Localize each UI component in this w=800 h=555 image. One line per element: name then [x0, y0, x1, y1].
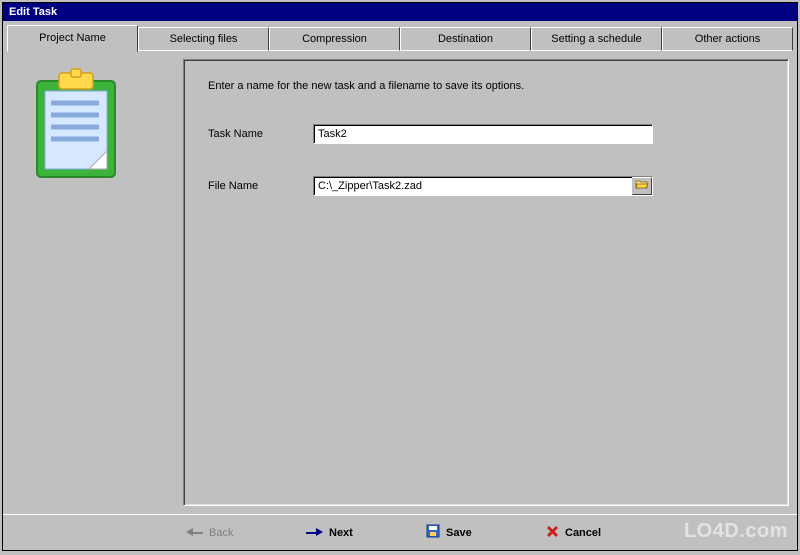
task-name-input[interactable]: [313, 124, 653, 144]
browse-button[interactable]: [632, 177, 652, 195]
cancel-icon: [546, 525, 559, 541]
task-name-label: Task Name: [208, 128, 313, 140]
file-name-input[interactable]: [314, 177, 632, 195]
titlebar: Edit Task: [3, 3, 797, 21]
body-area: Enter a name for the new task and a file…: [3, 51, 797, 514]
task-name-row: Task Name: [208, 124, 764, 144]
tab-label: Project Name: [39, 32, 106, 44]
tab-project-name[interactable]: Project Name: [7, 25, 138, 52]
folder-open-icon: [635, 179, 649, 193]
next-label: Next: [329, 527, 353, 539]
floppy-disk-icon: [426, 524, 440, 541]
arrow-left-icon: [186, 527, 203, 539]
tab-label: Setting a schedule: [551, 33, 642, 45]
next-button[interactable]: Next: [300, 525, 380, 541]
instruction-text: Enter a name for the new task and a file…: [208, 80, 764, 92]
arrow-right-icon: [306, 527, 323, 539]
tab-label: Other actions: [695, 33, 760, 45]
tab-row: Project Name Selecting files Compression…: [3, 21, 797, 51]
window-title: Edit Task: [9, 6, 57, 18]
tab-compression[interactable]: Compression: [269, 27, 400, 51]
dialog-window: Edit Task Project Name Selecting files C…: [2, 2, 798, 551]
file-name-label: File Name: [208, 180, 313, 192]
tab-selecting-files[interactable]: Selecting files: [138, 27, 269, 51]
cancel-label: Cancel: [565, 527, 601, 539]
cancel-button[interactable]: Cancel: [540, 523, 620, 543]
save-label: Save: [446, 527, 472, 539]
file-name-input-wrap: [313, 176, 653, 196]
clipboard-icon: [19, 67, 129, 187]
tab-schedule[interactable]: Setting a schedule: [531, 27, 662, 51]
tab-destination[interactable]: Destination: [400, 27, 531, 51]
tab-label: Compression: [302, 33, 367, 45]
wizard-icon-column: [11, 59, 171, 506]
tab-label: Selecting files: [170, 33, 238, 45]
back-button[interactable]: Back: [180, 525, 260, 541]
wizard-button-bar: Back Next Save Cancel: [3, 514, 797, 550]
save-button[interactable]: Save: [420, 522, 500, 543]
file-name-row: File Name: [208, 176, 764, 196]
tab-other-actions[interactable]: Other actions: [662, 27, 793, 51]
back-label: Back: [209, 527, 233, 539]
tab-label: Destination: [438, 33, 493, 45]
content-panel: Enter a name for the new task and a file…: [183, 59, 789, 506]
